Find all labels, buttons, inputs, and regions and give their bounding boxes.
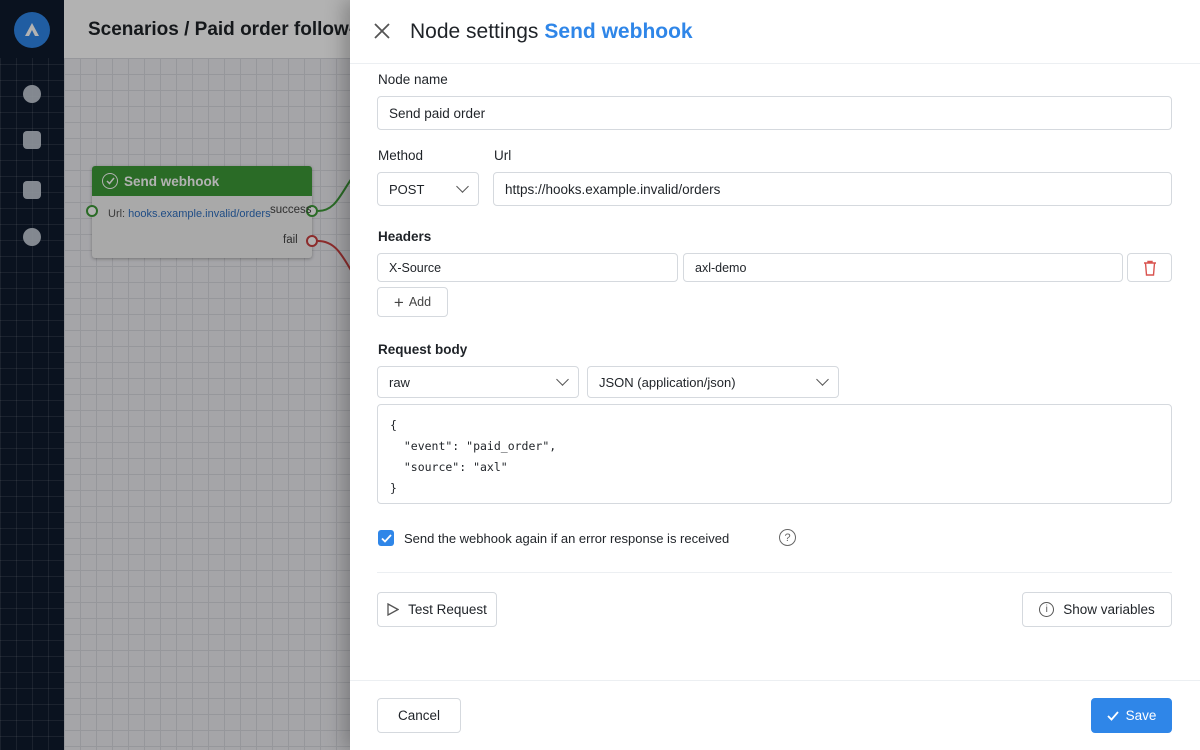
info-icon: i	[1039, 602, 1055, 617]
request-body-editor[interactable]: { "event": "paid_order", "source": "axl"…	[377, 404, 1172, 504]
header-key-input[interactable]	[377, 253, 678, 282]
test-request-button[interactable]: Test Request	[377, 592, 497, 627]
show-variables-label: Show variables	[1063, 602, 1155, 617]
method-value: POST	[389, 181, 425, 197]
header-value-input[interactable]	[683, 253, 1123, 282]
body-mode-value: raw	[389, 374, 410, 390]
retry-checkbox[interactable]	[378, 530, 394, 546]
cancel-label: Cancel	[397, 708, 441, 723]
plus-icon: +	[393, 292, 404, 312]
section-divider	[377, 572, 1172, 573]
delete-header-button[interactable]	[1127, 253, 1172, 282]
node-name-label: Node name	[378, 72, 448, 87]
body-type-select[interactable]: JSON (application/json)	[587, 366, 839, 398]
chevron-down-icon	[456, 180, 469, 193]
show-variables-button[interactable]: i Show variables	[1022, 592, 1172, 627]
retry-label: Send the webhook again if an error respo…	[404, 531, 730, 546]
add-header-button[interactable]: + Add	[377, 287, 448, 317]
save-button[interactable]: Save	[1091, 698, 1172, 733]
body-type-value: JSON (application/json)	[599, 374, 736, 390]
footer-divider	[350, 680, 1200, 681]
cancel-button[interactable]: Cancel	[377, 698, 461, 733]
test-request-label: Test Request	[408, 602, 487, 617]
request-body-label: Request body	[378, 342, 468, 357]
save-label: Save	[1125, 708, 1157, 723]
node-name-input[interactable]	[377, 96, 1172, 130]
panel-subtitle: Send webhook	[544, 20, 693, 43]
method-select[interactable]: POST	[377, 172, 479, 206]
node-settings-panel: Node settingsSend webhook Node name Meth…	[350, 0, 1200, 750]
chevron-down-icon	[556, 373, 569, 386]
chevron-down-icon	[816, 373, 829, 386]
url-input[interactable]	[493, 172, 1172, 206]
help-icon[interactable]: ?	[779, 529, 796, 546]
check-icon	[1106, 710, 1119, 721]
panel-title: Node settings Send webhook	[410, 20, 693, 44]
close-icon[interactable]	[372, 21, 392, 41]
body-mode-select[interactable]: raw	[377, 366, 579, 398]
method-label: Method	[378, 148, 424, 163]
play-icon	[387, 603, 400, 616]
add-label: Add	[408, 295, 432, 309]
panel-header: Node settings Send webhook	[350, 0, 1200, 64]
url-label: Url	[494, 148, 512, 163]
panel-title-text: Node settings	[410, 20, 539, 43]
trash-icon	[1143, 260, 1156, 276]
headers-label: Headers	[378, 229, 432, 244]
